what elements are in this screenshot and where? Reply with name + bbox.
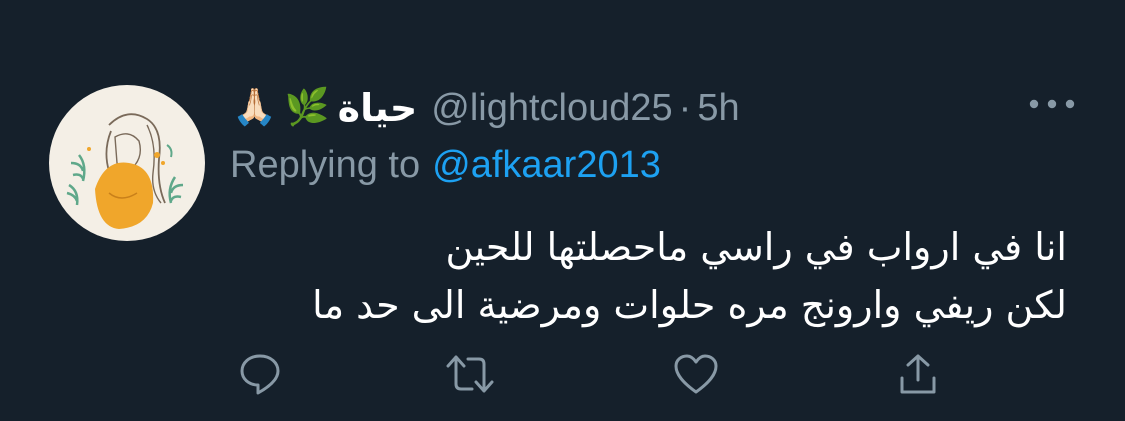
folded-hands-emoji: 🙏🏻 bbox=[232, 87, 277, 128]
share-button[interactable] bbox=[890, 352, 946, 408]
separator-dot: · bbox=[678, 86, 692, 129]
replying-to-label: Replying to bbox=[230, 143, 421, 186]
tweet-timestamp[interactable]: 5h bbox=[697, 87, 739, 130]
retweet-button[interactable] bbox=[442, 352, 498, 408]
replying-to: Replying to @afkaar2013 bbox=[230, 138, 661, 192]
like-button[interactable] bbox=[668, 352, 724, 408]
avatar[interactable] bbox=[49, 85, 205, 241]
tweet-header: 🙏🏻 🌿 حياة @lightcloud25 · 5h bbox=[232, 78, 740, 138]
reply-icon bbox=[240, 354, 280, 395]
retweet-icon bbox=[446, 355, 494, 393]
tweet-text-line: لكن ريفي وارونج مره حلوات ومرضية الى حد … bbox=[312, 283, 1067, 327]
tweet-text: انا في ارواب في راسي ماحصلتها للحين لكن … bbox=[247, 218, 1067, 334]
herb-emoji: 🌿 bbox=[284, 87, 330, 128]
tweet-text-line: انا في ارواب في راسي ماحصلتها للحين bbox=[445, 225, 1067, 269]
display-name[interactable]: حياة bbox=[338, 86, 418, 130]
avatar-illustration bbox=[66, 113, 184, 229]
heart-icon bbox=[674, 354, 718, 394]
tweet-actions bbox=[230, 352, 970, 421]
share-icon bbox=[900, 354, 936, 394]
mention-link[interactable]: @afkaar2013 bbox=[432, 144, 661, 187]
more-horizontal-icon bbox=[1029, 99, 1075, 109]
user-handle[interactable]: @lightcloud25 bbox=[431, 87, 672, 130]
more-options-button[interactable] bbox=[1024, 84, 1080, 124]
reply-button[interactable] bbox=[232, 352, 288, 408]
tweet[interactable]: 🙏🏻 🌿 حياة @lightcloud25 · 5h Replying to… bbox=[0, 0, 1125, 421]
